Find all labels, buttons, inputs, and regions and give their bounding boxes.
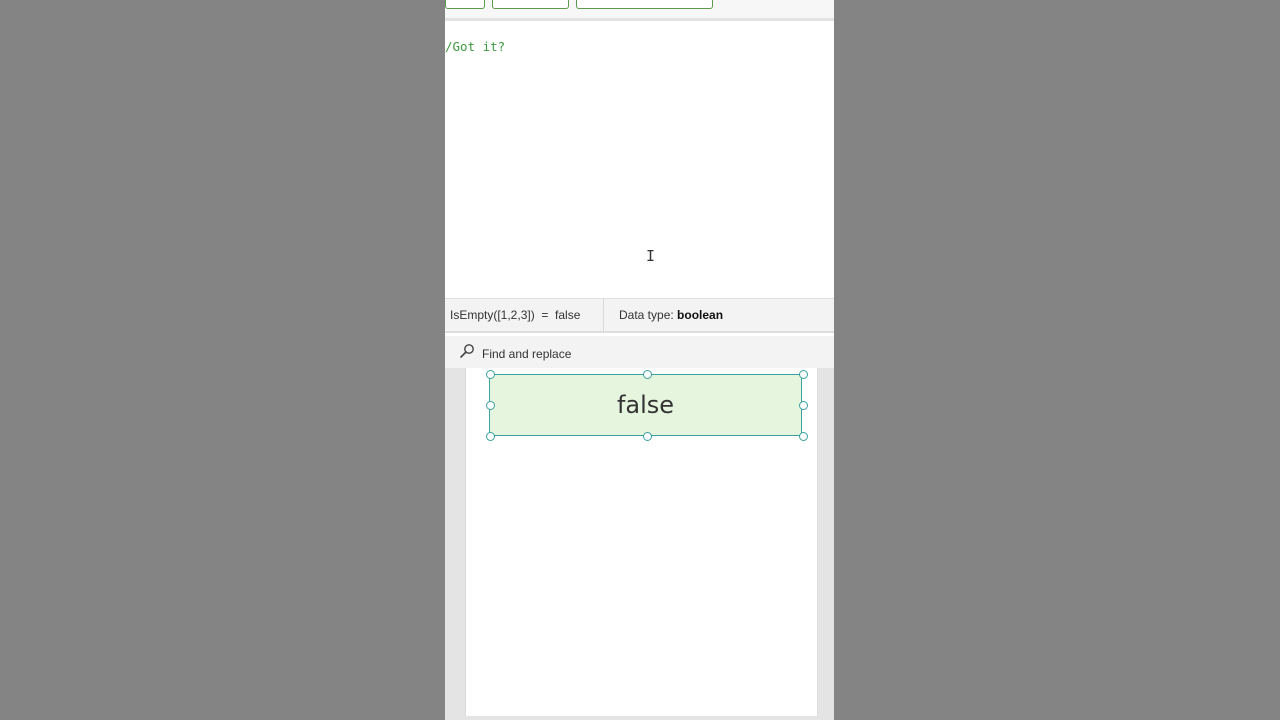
canvas-area: false (445, 368, 834, 720)
data-type-prefix: Data type: (619, 308, 678, 322)
formula-editor[interactable]: /Got it? I (445, 24, 834, 298)
find-and-replace-button[interactable]: Find and replace (445, 336, 834, 368)
resize-handle-top[interactable] (643, 370, 652, 379)
top-toolbar (445, 0, 834, 21)
formula-result-bar: IsEmpty([1,2,3]) = false Data type: bool… (445, 298, 834, 333)
app-viewport: /Got it? I IsEmpty([1,2,3]) = false Data… (445, 0, 834, 720)
toolbar-button-2[interactable] (492, 0, 569, 9)
find-and-replace-label: Find and replace (482, 347, 572, 361)
resize-handle-right[interactable] (799, 401, 808, 410)
result-divider (603, 299, 604, 331)
left-backdrop (0, 0, 445, 720)
toolbar-button-1[interactable] (445, 0, 485, 9)
selected-label-control[interactable]: false (486, 370, 808, 441)
right-backdrop (834, 0, 1280, 720)
text-cursor-icon: I (646, 247, 656, 265)
label-value: false (616, 391, 675, 419)
resize-handle-top-right[interactable] (799, 370, 808, 379)
app-canvas[interactable]: false (465, 368, 818, 716)
resize-handle-left[interactable] (486, 401, 495, 410)
data-type-value: boolean (677, 308, 724, 322)
data-type-info: Data type: boolean (619, 308, 723, 322)
search-icon (460, 344, 474, 358)
code-comment: /Got it? (445, 39, 506, 54)
toolbar-button-3[interactable] (576, 0, 713, 9)
resize-handle-bottom-left[interactable] (486, 432, 495, 441)
resize-handle-top-left[interactable] (486, 370, 495, 379)
resize-handle-bottom-right[interactable] (799, 432, 808, 441)
resize-handle-bottom[interactable] (643, 432, 652, 441)
result-expression: IsEmpty([1,2,3]) = false (450, 308, 581, 322)
